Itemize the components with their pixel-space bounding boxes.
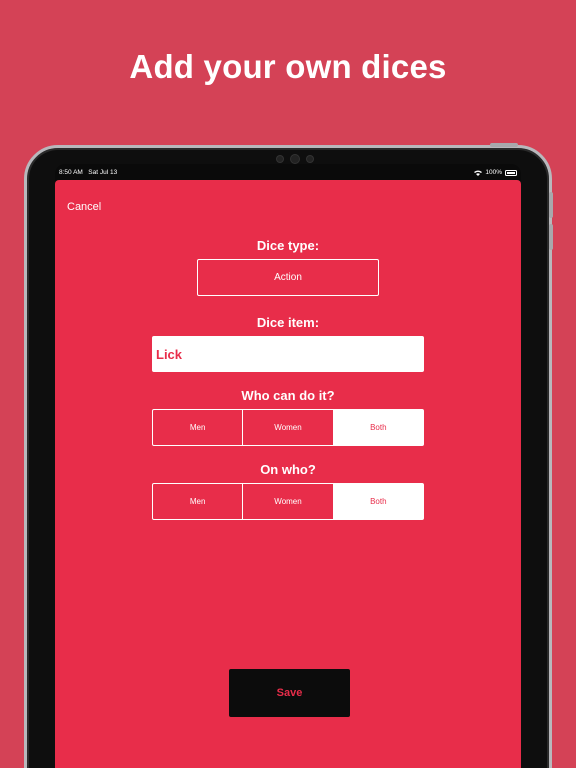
dice-item-input[interactable]: Lick (152, 336, 424, 372)
top-button (490, 143, 518, 147)
wifi-icon (474, 170, 483, 176)
who-can-label: Who can do it? (241, 388, 335, 403)
sensor-icon (307, 156, 313, 162)
dice-item-label: Dice item: (256, 315, 320, 330)
on-who-option-women[interactable]: Women (243, 484, 334, 519)
app-view: Cancel Dice type: Action Dice item: Lick… (55, 180, 521, 768)
dice-type-label: Dice type: (256, 238, 320, 253)
camera-icon (291, 155, 299, 163)
who-can-segmented-control: Men Women Both (152, 409, 424, 446)
battery-icon (505, 169, 517, 176)
on-who-option-both[interactable]: Both (333, 484, 423, 519)
promo-headline: Add your own dices (129, 48, 447, 85)
save-button[interactable]: Save (229, 669, 350, 717)
volume-up-button (549, 192, 553, 218)
battery-percent: 100% (485, 169, 502, 176)
who-can-option-women[interactable]: Women (243, 410, 334, 445)
on-who-segmented-control: Men Women Both (152, 483, 424, 520)
on-who-label: On who? (260, 462, 316, 477)
who-can-option-both[interactable]: Both (333, 410, 423, 445)
dice-type-button[interactable]: Action (197, 259, 379, 296)
tablet-screen: 8:50 AM Sat Jul 13 100% Cancel Dice type… (55, 164, 521, 768)
status-date: Sat Jul 13 (88, 169, 118, 176)
sensor-icon (277, 156, 283, 162)
status-bar: 8:50 AM Sat Jul 13 100% (55, 164, 521, 180)
volume-down-button (549, 224, 553, 250)
who-can-option-men[interactable]: Men (153, 410, 244, 445)
status-time: 8:50 AM (59, 169, 83, 176)
on-who-option-men[interactable]: Men (153, 484, 244, 519)
cancel-button[interactable]: Cancel (67, 201, 101, 213)
